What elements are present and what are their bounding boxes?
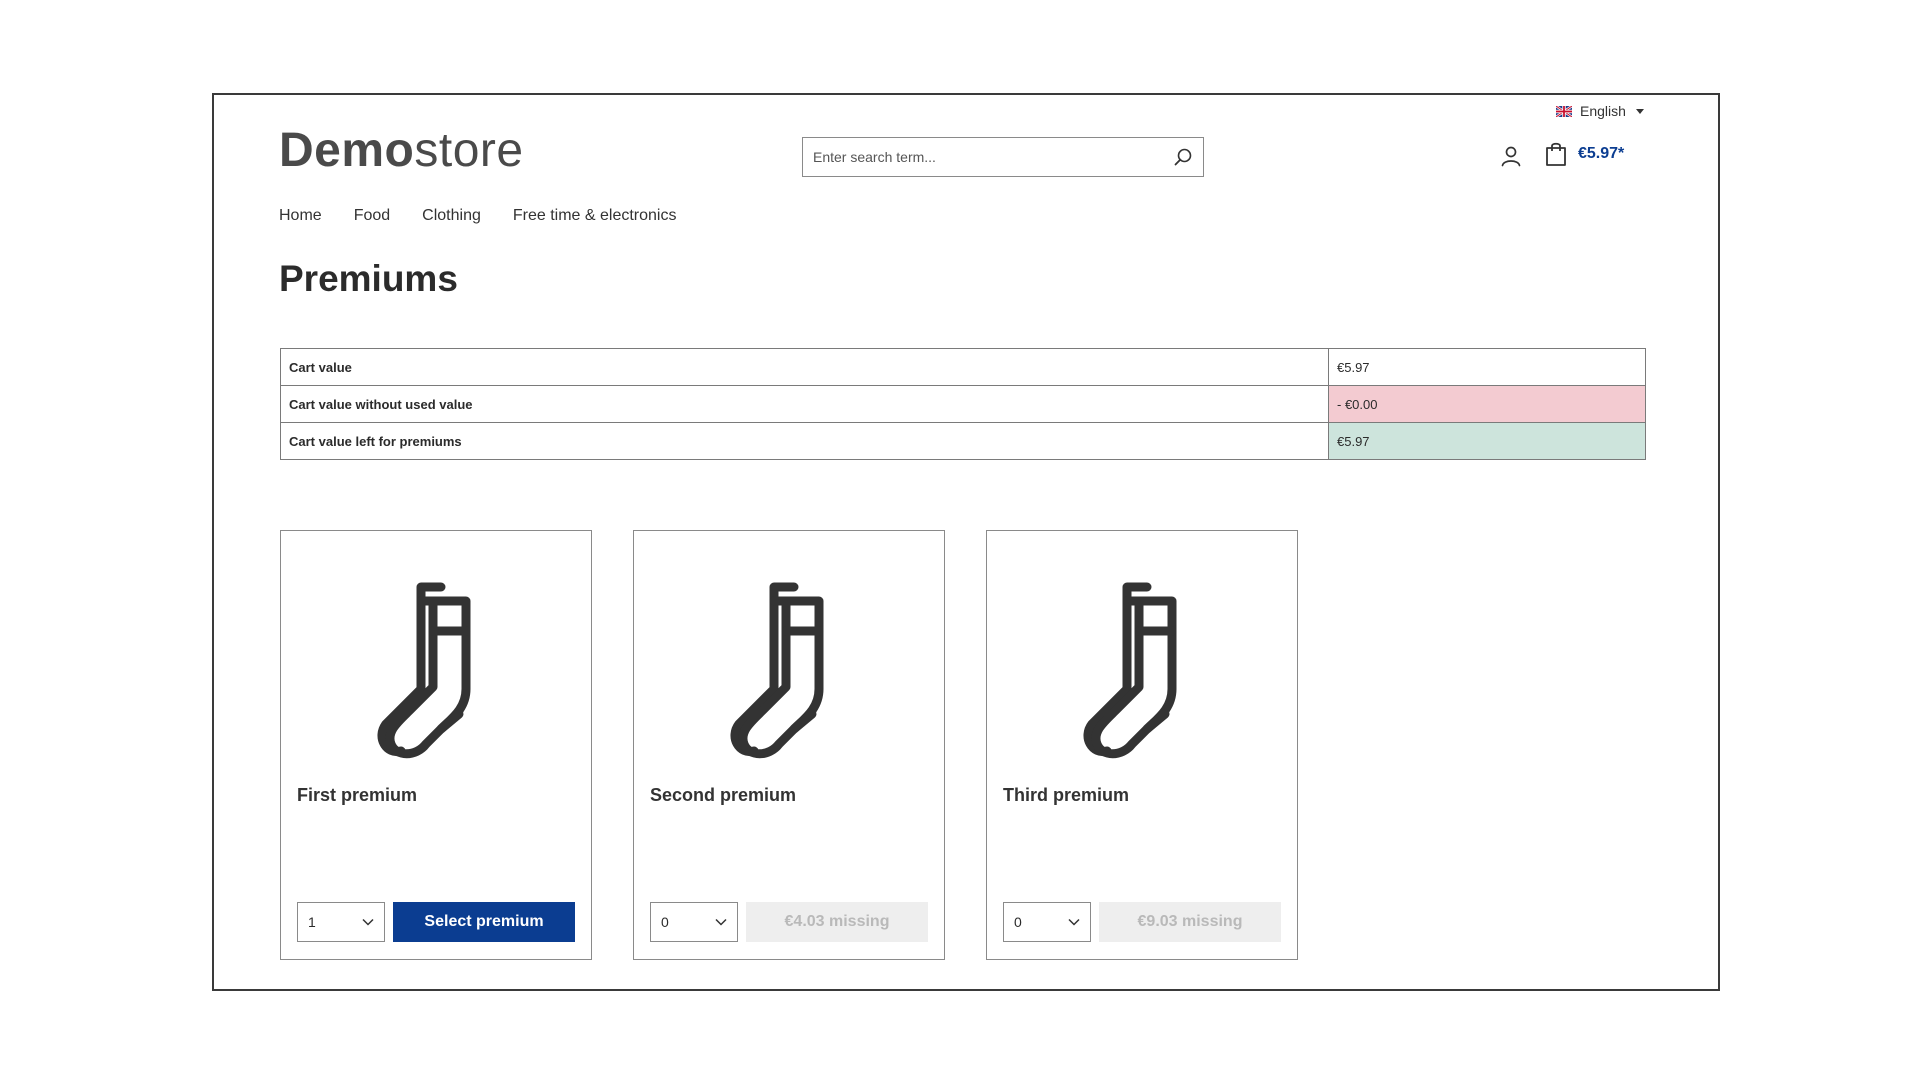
account-button[interactable] bbox=[1498, 143, 1524, 169]
quantity-select[interactable]: 0 bbox=[1003, 902, 1091, 942]
bag-icon bbox=[1546, 142, 1566, 166]
search-button[interactable] bbox=[1163, 138, 1203, 176]
socks-icon bbox=[1083, 582, 1177, 759]
socks-icon bbox=[377, 582, 471, 759]
nav-item-food[interactable]: Food bbox=[354, 207, 390, 225]
main-navigation: Home Food Clothing Free time & electroni… bbox=[279, 207, 676, 225]
table-row: Cart value €5.97 bbox=[280, 348, 1646, 386]
quantity-select[interactable]: 0 bbox=[650, 902, 738, 942]
cart-value-label: Cart value bbox=[280, 348, 1329, 386]
premium-card: Third premium 0 €9.03 missing bbox=[986, 530, 1298, 960]
language-label: English bbox=[1580, 103, 1626, 119]
nav-item-clothing[interactable]: Clothing bbox=[422, 207, 481, 225]
quantity-value: 0 bbox=[661, 914, 669, 930]
table-row: Cart value left for premiums €5.97 bbox=[280, 422, 1646, 460]
used-value-label: Cart value without used value bbox=[280, 385, 1329, 423]
uk-flag-icon bbox=[1556, 105, 1572, 117]
premium-card: First premium 1 Select premium bbox=[280, 530, 592, 960]
caret-down-icon bbox=[1635, 108, 1644, 114]
used-value-amount: - €0.00 bbox=[1328, 385, 1646, 423]
remaining-value-label: Cart value left for premiums bbox=[280, 422, 1329, 460]
page-title: Premiums bbox=[279, 258, 458, 299]
quantity-value: 0 bbox=[1014, 914, 1022, 930]
premium-name: Third premium bbox=[1003, 785, 1130, 805]
cart-value-amount: €5.97 bbox=[1328, 348, 1646, 386]
cart-button[interactable]: €5.97* bbox=[1544, 141, 1624, 167]
search-icon bbox=[1174, 148, 1192, 166]
quantity-value: 1 bbox=[308, 914, 316, 930]
socks-icon bbox=[730, 582, 824, 759]
user-icon bbox=[1501, 146, 1521, 167]
select-premium-button[interactable]: Select premium bbox=[393, 902, 575, 942]
logo-bold-text: Demo bbox=[279, 124, 415, 177]
nav-item-free-time-electronics[interactable]: Free time & electronics bbox=[513, 207, 677, 225]
missing-amount-button: €4.03 missing bbox=[746, 902, 928, 942]
quantity-select[interactable]: 1 bbox=[297, 902, 385, 942]
nav-item-home[interactable]: Home bbox=[279, 207, 322, 225]
table-row: Cart value without used value - €0.00 bbox=[280, 385, 1646, 423]
missing-amount-button: €9.03 missing bbox=[1099, 902, 1281, 942]
chevron-down-icon bbox=[715, 918, 727, 926]
remaining-value-amount: €5.97 bbox=[1328, 422, 1646, 460]
premium-card: Second premium 0 €4.03 missing bbox=[633, 530, 945, 960]
cart-amount: €5.97* bbox=[1578, 145, 1625, 162]
chevron-down-icon bbox=[362, 918, 374, 926]
search-input[interactable] bbox=[803, 138, 1163, 176]
search-bar bbox=[802, 137, 1204, 177]
logo-light-text: store bbox=[414, 124, 524, 177]
premium-name: First premium bbox=[297, 785, 418, 805]
chevron-down-icon bbox=[1068, 918, 1080, 926]
language-selector[interactable]: English bbox=[1556, 103, 1644, 119]
store-logo[interactable]: Demostore bbox=[279, 127, 524, 175]
cart-value-table: Cart value €5.97 Cart value without used… bbox=[280, 348, 1646, 460]
premium-name: Second premium bbox=[650, 785, 797, 805]
store-window: English Demostore €5.97* Home Food Cloth… bbox=[212, 93, 1720, 991]
